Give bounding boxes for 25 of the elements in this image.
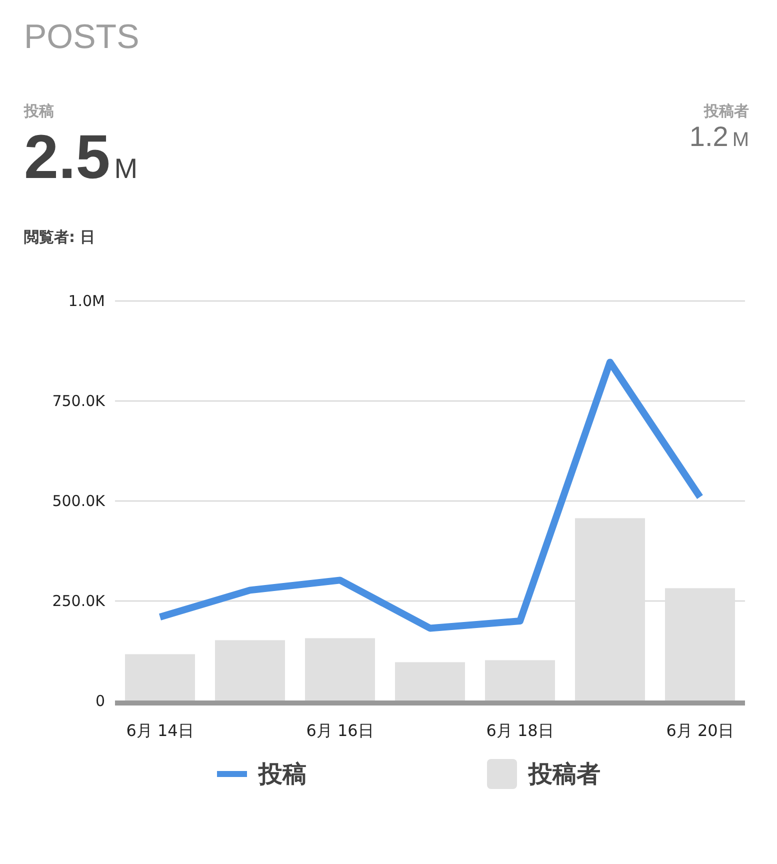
bar <box>485 660 555 701</box>
metric-unit: M <box>114 152 138 186</box>
metric-label: 投稿者 <box>704 101 749 122</box>
metric-value: 2.5 <box>24 126 110 188</box>
x-tick-label: 6月 16日 <box>306 721 374 740</box>
bar <box>215 640 285 701</box>
metric-label: 投稿 <box>24 101 55 122</box>
bar <box>305 638 375 701</box>
y-tick-label: 250.0K <box>52 592 105 610</box>
bar <box>125 654 195 701</box>
y-tick-label: 750.0K <box>52 392 105 410</box>
x-tick-label: 6月 20日 <box>666 721 734 740</box>
metric-unit: M <box>732 128 749 152</box>
y-tick-label: 1.0M <box>68 292 105 310</box>
filter-label: 閲覧者: 日 <box>24 226 96 248</box>
metric-value: 1.2 <box>689 122 728 150</box>
legend-label: 投稿者 <box>528 759 600 790</box>
card-title: POSTS <box>24 20 140 54</box>
y-tick-label: 500.0K <box>52 492 105 510</box>
y-tick-label: 0 <box>95 692 105 710</box>
legend-swatch-icon <box>486 759 516 789</box>
bar <box>395 662 465 701</box>
legend-label: 投稿 <box>258 759 306 790</box>
x-tick-label: 6月 14日 <box>126 721 194 740</box>
x-tick-label: 6月 18日 <box>486 721 554 740</box>
